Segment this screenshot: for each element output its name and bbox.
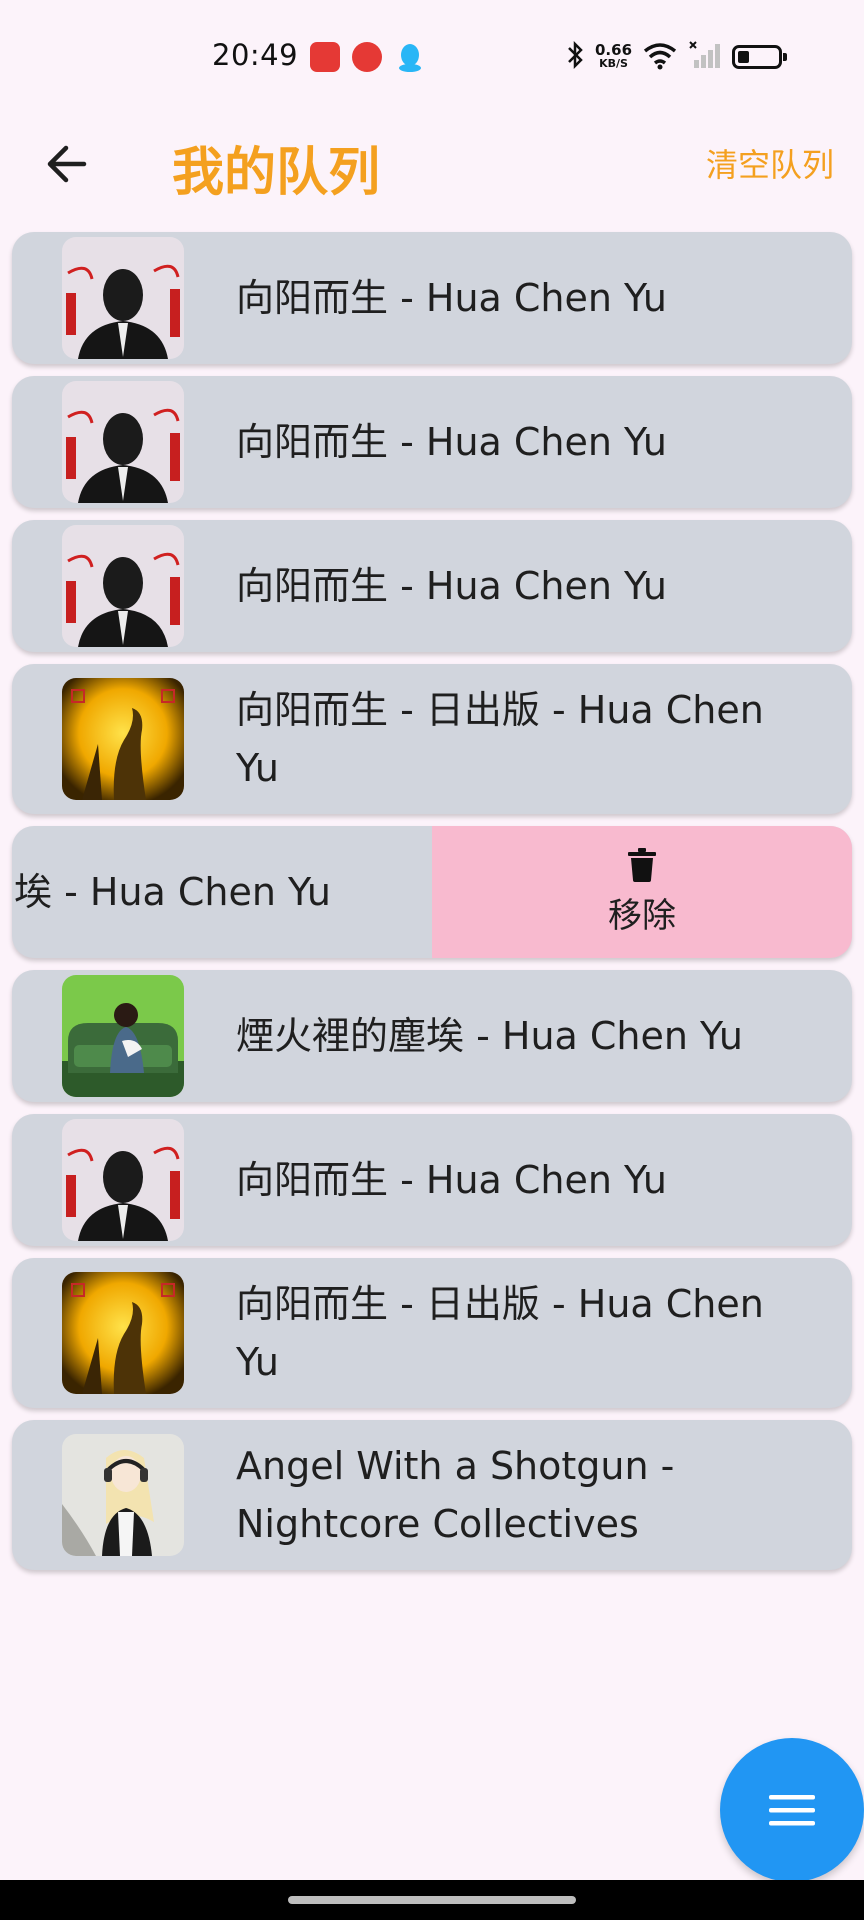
song-title: 向阳而生 - Hua Chen Yu	[236, 564, 667, 608]
song-title: 向阳而生 - 日出版 - Hua Chen Yu	[236, 1282, 764, 1384]
signal-icon	[688, 40, 722, 74]
song-title: 向阳而生 - 日出版 - Hua Chen Yu	[236, 688, 764, 790]
qq-notification-icon	[395, 42, 425, 72]
arrow-left-icon	[47, 145, 87, 183]
app-notification-icon	[310, 42, 340, 72]
queue-item[interactable]: 煙火裡的塵埃 - Hua Chen Yu	[12, 970, 852, 1102]
queue-item[interactable]: 向阳而生 - Hua Chen Yu	[12, 232, 852, 364]
page-title: 我的队列	[172, 143, 381, 203]
status-time: 20:49	[212, 38, 299, 72]
status-icons: 0.66 KB/S	[565, 40, 788, 74]
system-nav-bar	[0, 1880, 864, 1920]
album-cover	[62, 237, 184, 359]
album-cover	[62, 1434, 184, 1556]
remove-label: 移除	[608, 895, 676, 936]
album-cover	[62, 381, 184, 503]
app-notification-icon	[352, 42, 382, 72]
queue-item[interactable]: 向阳而生 - 日出版 - Hua Chen Yu	[12, 664, 852, 814]
song-title: 向阳而生 - Hua Chen Yu	[236, 276, 667, 320]
song-title: 煙火裡的塵埃 - Hua Chen Yu	[236, 1014, 743, 1058]
album-cover	[62, 1119, 184, 1241]
album-cover	[62, 678, 184, 800]
home-indicator[interactable]	[288, 1896, 576, 1904]
status-bar: 20:49 0.66 KB/S	[0, 0, 864, 100]
wifi-icon	[642, 40, 678, 74]
queue-item[interactable]: 向阳而生 - Hua Chen Yu	[12, 1114, 852, 1246]
song-title: Angel With a Shotgun - Nightcore Collect…	[236, 1444, 675, 1546]
album-cover	[62, 525, 184, 647]
menu-fab-button[interactable]	[720, 1738, 864, 1882]
app-header: 我的队列 清空队列	[0, 120, 864, 210]
queue-item[interactable]: Angel With a Shotgun - Nightcore Collect…	[12, 1420, 852, 1570]
queue-screen: 20:49 0.66 KB/S 我的队列 清空队列 向阳而生 - Hua Che…	[0, 0, 864, 1920]
album-cover	[62, 975, 184, 1097]
queue-item-swiped[interactable]: 埃 - Hua Chen Yu 移除	[12, 826, 852, 958]
net-speed: 0.66 KB/S	[595, 41, 633, 71]
trash-icon	[628, 847, 656, 882]
queue-item[interactable]: 向阳而生 - Hua Chen Yu	[12, 520, 852, 652]
remove-button[interactable]: 移除	[432, 826, 852, 958]
queue-item[interactable]: 向阳而生 - Hua Chen Yu	[12, 376, 852, 508]
bluetooth-icon	[565, 40, 585, 74]
battery-icon	[732, 45, 788, 69]
album-cover	[62, 1272, 184, 1394]
menu-icon	[769, 1795, 815, 1826]
song-title: 向阳而生 - Hua Chen Yu	[236, 420, 667, 464]
queue-item[interactable]: 向阳而生 - 日出版 - Hua Chen Yu	[12, 1258, 852, 1408]
back-button[interactable]	[36, 134, 96, 194]
song-title: 埃 - Hua Chen Yu	[14, 870, 331, 914]
clear-queue-button[interactable]: 清空队列	[706, 140, 834, 186]
song-title: 向阳而生 - Hua Chen Yu	[236, 1158, 667, 1202]
